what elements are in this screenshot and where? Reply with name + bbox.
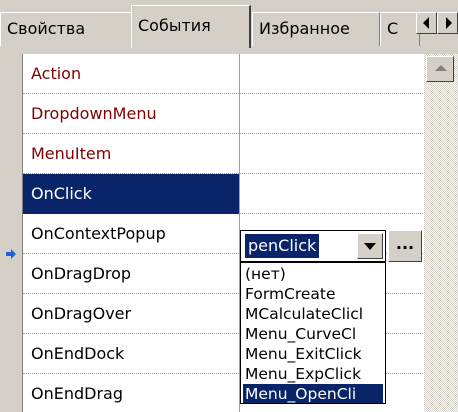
dropdown-option[interactable]: Menu_ExpClick	[243, 364, 383, 384]
row-name: Action	[23, 54, 240, 94]
grid-row-dropdownmenu[interactable]: DropdownMenu	[23, 94, 424, 134]
row-name-text: Action	[31, 64, 82, 83]
tab-more[interactable]: С	[380, 12, 420, 46]
row-name-text: OnClick	[31, 184, 92, 203]
dropdown-option[interactable]: MCalculateClicl	[243, 304, 383, 324]
dropdown-button[interactable]	[357, 233, 383, 259]
row-name-text: OnEndDrag	[31, 384, 123, 403]
triangle-down-icon	[364, 243, 376, 250]
row-name: OnDragDrop	[23, 254, 240, 294]
event-handler-input[interactable]: penClick	[245, 234, 320, 258]
scroll-up-button[interactable]	[426, 56, 454, 82]
triangle-up-icon	[435, 65, 447, 71]
row-name-text: DropdownMenu	[31, 104, 157, 123]
row-gutter	[0, 54, 22, 412]
row-name: OnEndDock	[23, 334, 240, 374]
ellipsis-button[interactable]: ...	[388, 230, 422, 262]
tab-strip: Свойства События Избранное С	[0, 0, 458, 48]
dropdown-option[interactable]: FormCreate	[243, 284, 383, 304]
row-value[interactable]	[240, 134, 424, 174]
tab-label: События	[138, 16, 211, 35]
vertical-scrollbar[interactable]	[424, 54, 458, 412]
row-value[interactable]	[240, 174, 424, 214]
triangle-right-icon	[446, 17, 452, 29]
grid-row-onclick[interactable]: OnClick	[23, 174, 424, 214]
triangle-left-icon	[423, 17, 429, 29]
tab-favorites[interactable]: Избранное	[252, 12, 380, 46]
grid-row-action[interactable]: Action	[23, 54, 424, 94]
dropdown-option[interactable]: (нет)	[243, 264, 383, 284]
row-name-text: OnContextPopup	[31, 224, 166, 243]
event-handler-combo[interactable]: penClick	[240, 230, 386, 262]
tab-properties[interactable]: Свойства	[0, 12, 132, 46]
row-name: OnClick	[23, 174, 240, 214]
tab-label: Свойства	[7, 19, 86, 38]
tab-label: Избранное	[259, 19, 350, 38]
tab-label: С	[387, 19, 399, 38]
row-name-text: OnDragOver	[31, 304, 132, 323]
tab-scroll-left-button[interactable]	[416, 12, 437, 34]
row-name: OnEndDrag	[23, 374, 240, 412]
handler-dropdown-list[interactable]: (нет) FormCreate MCalculateClicl Menu_Cu…	[240, 262, 386, 404]
row-name: OnDragOver	[23, 294, 240, 334]
dropdown-option-selected[interactable]: Menu_OpenCli	[243, 384, 383, 403]
dropdown-option[interactable]: Menu_ExitClick	[243, 344, 383, 364]
tab-scroll-right-button[interactable]	[437, 12, 458, 34]
dropdown-option[interactable]: Menu_CurveCl	[243, 324, 383, 344]
row-name-text: MenuItem	[31, 144, 112, 163]
row-value[interactable]	[240, 94, 424, 134]
row-name: MenuItem	[23, 134, 240, 174]
row-value[interactable]	[240, 54, 424, 94]
arrow-right-icon	[6, 249, 16, 259]
row-name: OnContextPopup	[23, 214, 240, 254]
row-name-text: OnEndDock	[31, 344, 125, 363]
row-name: DropdownMenu	[23, 94, 240, 134]
tab-events[interactable]: События	[131, 5, 251, 48]
row-name-text: OnDragDrop	[31, 264, 132, 283]
grid-row-menuitem[interactable]: MenuItem	[23, 134, 424, 174]
